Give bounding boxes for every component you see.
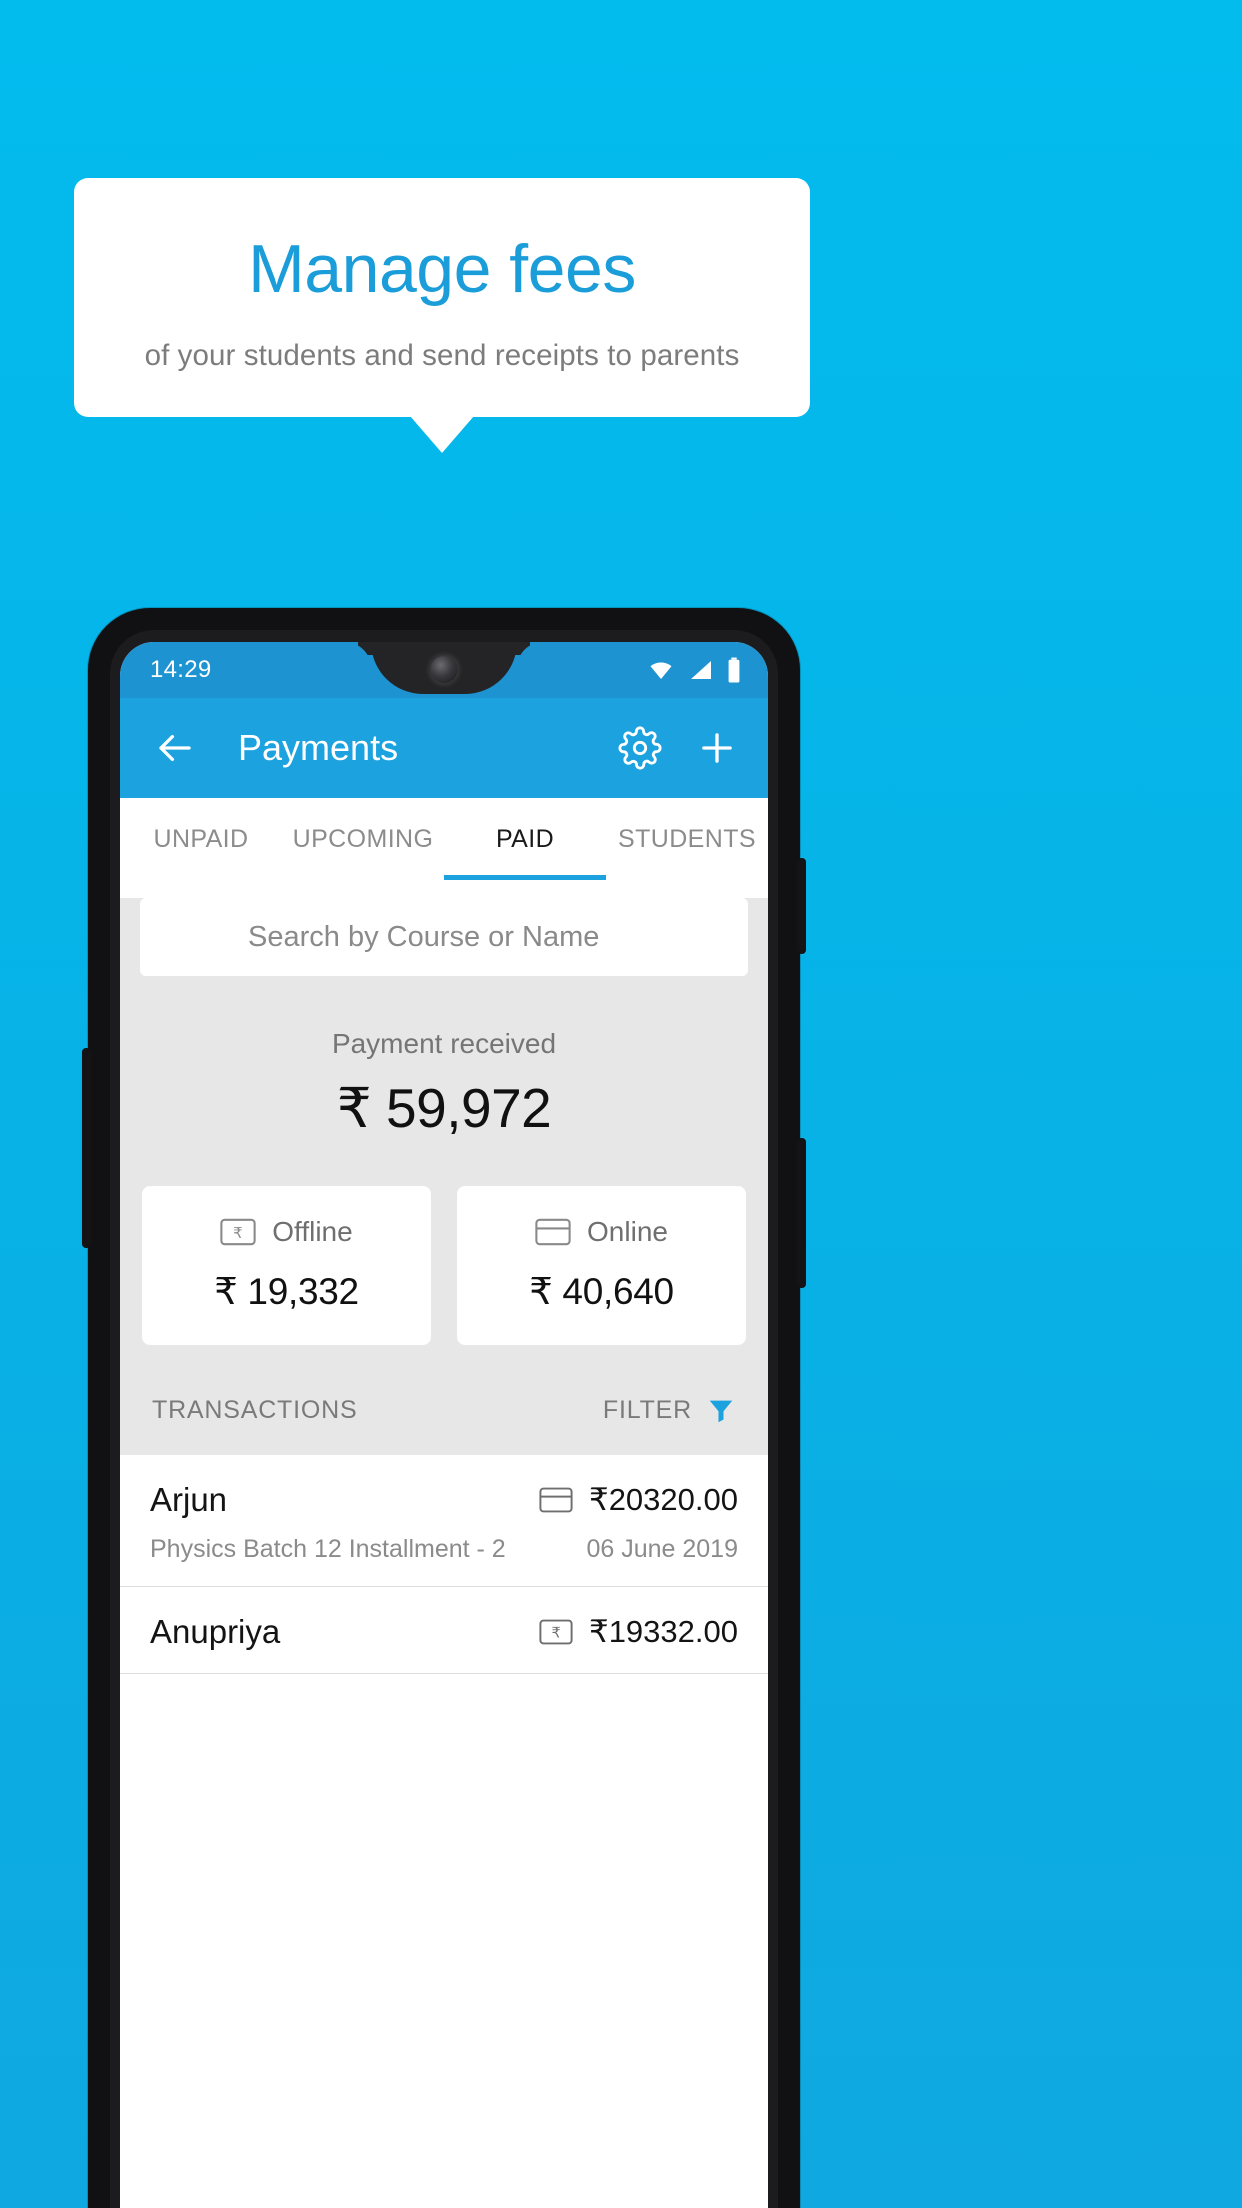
phone-volume-button [797, 1138, 806, 1288]
battery-icon [728, 657, 740, 683]
table-row[interactable]: Arjun ₹20320.00 Physics Batch 12 Install… [120, 1455, 768, 1587]
table-row[interactable]: Anupriya ₹ ₹19332.00 [120, 1587, 768, 1674]
app-bar: Payments [120, 698, 768, 798]
online-card-amount: ₹ 40,640 [529, 1271, 674, 1312]
status-time: 14:29 [150, 656, 212, 683]
transaction-primary-line: Anupriya ₹ ₹19332.00 [150, 1613, 738, 1651]
offline-card[interactable]: ₹ Offline ₹ 19,332 [142, 1186, 431, 1345]
signal-icon [691, 661, 711, 679]
transaction-amount-group: ₹20320.00 [539, 1482, 738, 1518]
svg-text:₹: ₹ [551, 1626, 560, 1642]
transactions-header: TRANSACTIONS FILTER [120, 1345, 768, 1455]
credit-card-icon [539, 1487, 573, 1513]
transaction-date: 06 June 2019 [586, 1535, 738, 1563]
tab-students[interactable]: STUDENTS [606, 798, 768, 880]
online-card-header: Online [467, 1216, 736, 1248]
promo-callout: Manage fees of your students and send re… [74, 178, 810, 454]
tab-bar: UNPAID UPCOMING PAID STUDENTS [120, 798, 768, 880]
transaction-name: Anupriya [150, 1613, 281, 1650]
transaction-description: Physics Batch 12 Installment - 2 [150, 1535, 506, 1563]
payment-method-cards: ₹ Offline ₹ 19,332 Online ₹ 40,640 [120, 1140, 768, 1345]
tab-paid[interactable]: PAID [444, 798, 606, 880]
gear-icon[interactable] [618, 726, 662, 770]
page-title: Payments [238, 727, 399, 768]
phone-side-button-left [82, 1048, 91, 1248]
summary-amount: ₹ 59,972 [336, 1077, 552, 1139]
transaction-amount: ₹20320.00 [588, 1482, 738, 1517]
callout-tail-triangle [410, 416, 474, 454]
wifi-icon [650, 662, 672, 679]
phone-power-button [797, 858, 806, 954]
status-icons [646, 657, 742, 683]
filter-button[interactable]: FILTER [603, 1395, 736, 1425]
banknote-rupee-icon: ₹ [220, 1218, 256, 1246]
payment-summary: Payment received ₹ 59,972 [120, 976, 768, 1140]
back-arrow-icon[interactable] [154, 727, 196, 769]
display-notch [371, 642, 517, 694]
transaction-name: Arjun [150, 1481, 228, 1518]
filter-label: FILTER [602, 1395, 692, 1424]
tab-unpaid[interactable]: UNPAID [120, 798, 282, 880]
transaction-primary-line: Arjun ₹20320.00 [150, 1481, 738, 1519]
offline-card-amount: ₹ 19,332 [214, 1271, 359, 1312]
offline-card-header: ₹ Offline [152, 1216, 421, 1248]
phone-screen: 14:29 Payments UNPAID UPCOMING PAID STUD… [120, 642, 768, 2208]
promo-subtitle: of your students and send receipts to pa… [144, 339, 740, 373]
credit-card-icon [535, 1218, 571, 1246]
banknote-rupee-icon: ₹ [539, 1619, 573, 1645]
search-input[interactable]: Search by Course or Name [140, 898, 748, 976]
funnel-icon [709, 1400, 733, 1423]
online-card[interactable]: Online ₹ 40,640 [457, 1186, 746, 1345]
phone-mockup: 14:29 Payments UNPAID UPCOMING PAID STUD… [82, 608, 806, 2208]
promo-title: Manage fees [248, 231, 636, 307]
transactions-label: TRANSACTIONS [152, 1395, 358, 1424]
offline-card-label: Offline [272, 1216, 353, 1247]
phone-bezel: 14:29 Payments UNPAID UPCOMING PAID STUD… [110, 630, 778, 2208]
transaction-amount: ₹19332.00 [588, 1614, 738, 1649]
transaction-amount-group: ₹ ₹19332.00 [539, 1614, 738, 1650]
promo-card: Manage fees of your students and send re… [74, 178, 810, 454]
online-card-label: Online [587, 1216, 668, 1247]
plus-icon[interactable] [696, 727, 738, 769]
transactions-list: Arjun ₹20320.00 Physics Batch 12 Install… [120, 1455, 768, 1674]
transaction-secondary-line: Physics Batch 12 Installment - 2 06 June… [150, 1535, 738, 1564]
content-area: Search by Course or Name Payment receive… [120, 898, 768, 1674]
tab-upcoming[interactable]: UPCOMING [282, 798, 444, 880]
status-bar: 14:29 [120, 642, 768, 698]
front-camera-icon [430, 656, 458, 683]
svg-text:₹: ₹ [233, 1225, 243, 1242]
summary-label: Payment received [331, 1028, 557, 1059]
